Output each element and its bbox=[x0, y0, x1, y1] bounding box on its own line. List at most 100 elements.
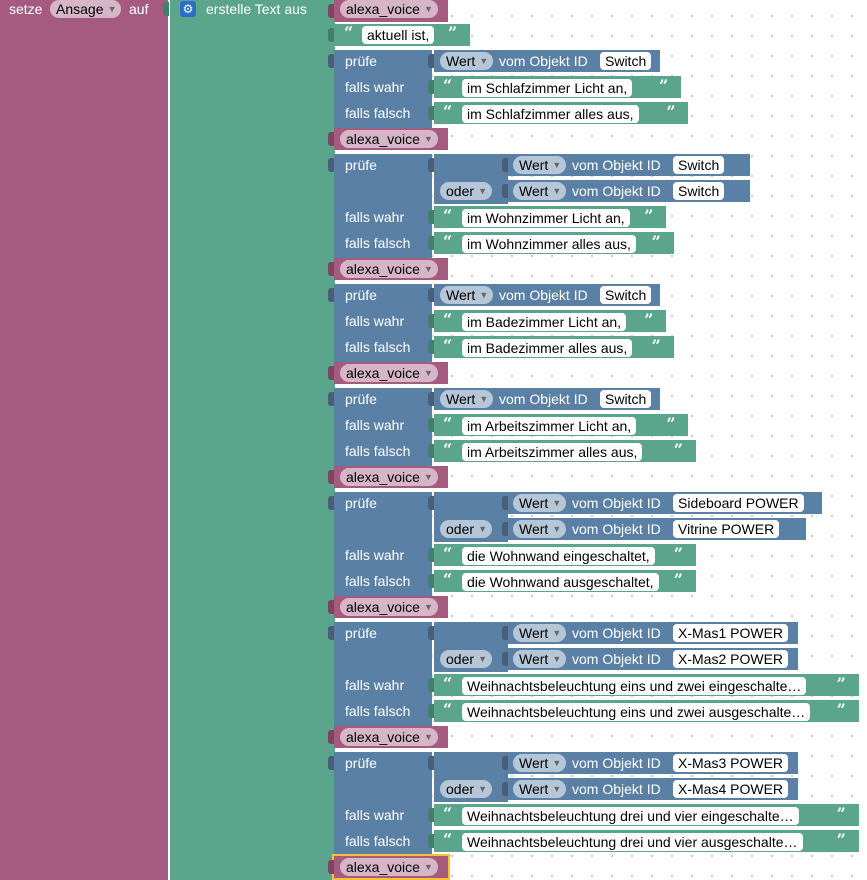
object-id-field[interactable]: X-Mas3 POWER bbox=[673, 754, 789, 772]
text-field[interactable]: Weihnachtsbeleuchtung eins und zwei ausg… bbox=[462, 703, 811, 721]
check-label: prüfe bbox=[345, 53, 377, 69]
object-id-label: vom Objekt ID bbox=[572, 755, 661, 771]
open-quote-icon: “ bbox=[443, 232, 453, 251]
text-field[interactable]: im Badezimmer Licht an, bbox=[462, 313, 627, 331]
text-connector bbox=[428, 704, 434, 718]
value-connector bbox=[428, 54, 434, 68]
text-field[interactable]: im Wohnzimmer alles aus, bbox=[462, 235, 636, 253]
text-field[interactable]: im Badezimmer alles aus, bbox=[462, 339, 633, 357]
logic-connector bbox=[328, 392, 334, 406]
object-id-field[interactable]: Switch bbox=[673, 182, 725, 200]
variable-dropdown[interactable]: Ansage ▼ bbox=[50, 0, 122, 18]
text-connector bbox=[428, 314, 434, 328]
text-connector bbox=[428, 808, 434, 822]
text-connector bbox=[428, 548, 434, 562]
value-dropdown[interactable]: Wert ▼ bbox=[440, 52, 494, 70]
variable-dropdown[interactable]: alexa_voice ▼ bbox=[340, 468, 438, 486]
variable-dropdown[interactable]: alexa_voice ▼ bbox=[340, 858, 438, 876]
value-dropdown[interactable]: Wert ▼ bbox=[513, 494, 567, 512]
value-dropdown[interactable]: Wert ▼ bbox=[513, 754, 567, 772]
if-branch-label: falls wahr bbox=[345, 79, 405, 95]
close-quote-icon: ” bbox=[836, 700, 846, 719]
object-id-label: vom Objekt ID bbox=[572, 651, 661, 667]
logic-connector bbox=[328, 158, 334, 172]
variable-connector bbox=[328, 132, 334, 146]
variable-dropdown[interactable]: alexa_voice ▼ bbox=[340, 364, 438, 382]
open-quote-icon: “ bbox=[443, 336, 453, 355]
text-field[interactable]: im Schlafzimmer Licht an, bbox=[462, 79, 633, 97]
object-id-field[interactable]: X-Mas2 POWER bbox=[673, 650, 789, 668]
object-id-field[interactable]: X-Mas1 POWER bbox=[673, 624, 789, 642]
logic-connector bbox=[428, 626, 434, 640]
if-branch-label: falls falsch bbox=[345, 339, 411, 355]
dropdown-value: oder bbox=[446, 183, 475, 199]
text-field[interactable]: aktuell ist, bbox=[362, 26, 435, 44]
dropdown-value: alexa_voice bbox=[346, 131, 420, 147]
variable-connector bbox=[328, 860, 334, 874]
value-dropdown[interactable]: Wert ▼ bbox=[513, 182, 567, 200]
chevron-down-icon: ▼ bbox=[478, 524, 488, 534]
variable-dropdown[interactable]: alexa_voice ▼ bbox=[340, 130, 438, 148]
logic-connector bbox=[428, 496, 434, 510]
object-id-field[interactable]: Sideboard POWER bbox=[673, 494, 804, 512]
close-quote-icon: ” bbox=[836, 830, 846, 849]
check-label: prüfe bbox=[345, 625, 377, 641]
text-field[interactable]: im Arbeitszimmer alles aus, bbox=[462, 443, 643, 461]
variable-dropdown[interactable]: alexa_voice ▼ bbox=[340, 0, 438, 18]
if-branch-label: falls falsch bbox=[345, 573, 411, 589]
chevron-down-icon: ▼ bbox=[424, 134, 433, 144]
variable-dropdown[interactable]: alexa_voice ▼ bbox=[340, 260, 438, 278]
auf-label: auf bbox=[129, 1, 149, 17]
text-field[interactable]: im Wohnzimmer Licht an, bbox=[462, 209, 630, 227]
value-dropdown[interactable]: Wert ▼ bbox=[513, 156, 567, 174]
or-dropdown[interactable]: oder ▼ bbox=[440, 182, 493, 200]
or-dropdown[interactable]: oder ▼ bbox=[440, 780, 493, 798]
set-variable-block[interactable] bbox=[0, 0, 168, 880]
value-dropdown[interactable]: Wert ▼ bbox=[513, 650, 567, 668]
check-label: prüfe bbox=[345, 287, 377, 303]
text-field[interactable]: die Wohnwand ausgeschaltet, bbox=[462, 573, 659, 591]
value-dropdown[interactable]: Wert ▼ bbox=[440, 390, 494, 408]
object-id-field[interactable]: Switch bbox=[600, 52, 652, 70]
chevron-down-icon: ▼ bbox=[424, 602, 433, 612]
variable-name: Ansage bbox=[56, 1, 104, 17]
create-text-block[interactable] bbox=[170, 0, 335, 880]
value-dropdown[interactable]: Wert ▼ bbox=[513, 780, 567, 798]
value-connector bbox=[502, 522, 508, 536]
dropdown-value: oder bbox=[446, 781, 475, 797]
dropdown-value: oder bbox=[446, 521, 475, 537]
value-dropdown[interactable]: Wert ▼ bbox=[513, 624, 567, 642]
text-field[interactable]: die Wohnwand eingeschaltet, bbox=[462, 547, 655, 565]
variable-dropdown[interactable]: alexa_voice ▼ bbox=[340, 598, 438, 616]
text-field[interactable]: Weihnachtsbeleuchtung drei und vier eing… bbox=[462, 807, 799, 825]
text-field[interactable]: Weihnachtsbeleuchtung eins und zwei eing… bbox=[462, 677, 807, 695]
object-id-field[interactable]: Switch bbox=[600, 390, 652, 408]
text-field[interactable]: im Schlafzimmer alles aus, bbox=[462, 105, 639, 123]
value-dropdown[interactable]: Wert ▼ bbox=[440, 286, 494, 304]
close-quote-icon: ” bbox=[666, 414, 676, 433]
or-dropdown[interactable]: oder ▼ bbox=[440, 520, 493, 538]
chevron-down-icon: ▼ bbox=[424, 264, 433, 274]
text-connector bbox=[428, 418, 434, 432]
text-field[interactable]: Weihnachtsbeleuchtung drei und vier ausg… bbox=[462, 833, 803, 851]
dropdown-value: alexa_voice bbox=[346, 859, 420, 875]
value-connector bbox=[502, 626, 508, 640]
gear-icon[interactable]: ⚙ bbox=[180, 1, 196, 17]
or-dropdown[interactable]: oder ▼ bbox=[440, 650, 493, 668]
close-quote-icon: ” bbox=[836, 674, 846, 693]
value-dropdown[interactable]: Wert ▼ bbox=[513, 520, 567, 538]
object-id-field[interactable]: Switch bbox=[673, 156, 725, 174]
logic-connector bbox=[428, 756, 434, 770]
object-id-field[interactable]: Vitrine POWER bbox=[673, 520, 780, 538]
variable-dropdown[interactable]: alexa_voice ▼ bbox=[340, 728, 438, 746]
text-field[interactable]: im Arbeitszimmer Licht an, bbox=[462, 417, 637, 435]
open-quote-icon: “ bbox=[443, 414, 453, 433]
object-id-field[interactable]: X-Mas4 POWER bbox=[673, 780, 789, 798]
object-id-field[interactable]: Switch bbox=[600, 286, 652, 304]
variable-connector bbox=[328, 470, 334, 484]
if-branch-label: falls falsch bbox=[345, 235, 411, 251]
blockly-workspace[interactable]: setze Ansage ▼ auf ⚙ erstelle Text aus al… bbox=[0, 0, 867, 880]
chevron-down-icon: ▼ bbox=[552, 524, 562, 534]
object-id-label: vom Objekt ID bbox=[572, 625, 661, 641]
dropdown-value: alexa_voice bbox=[346, 729, 420, 745]
